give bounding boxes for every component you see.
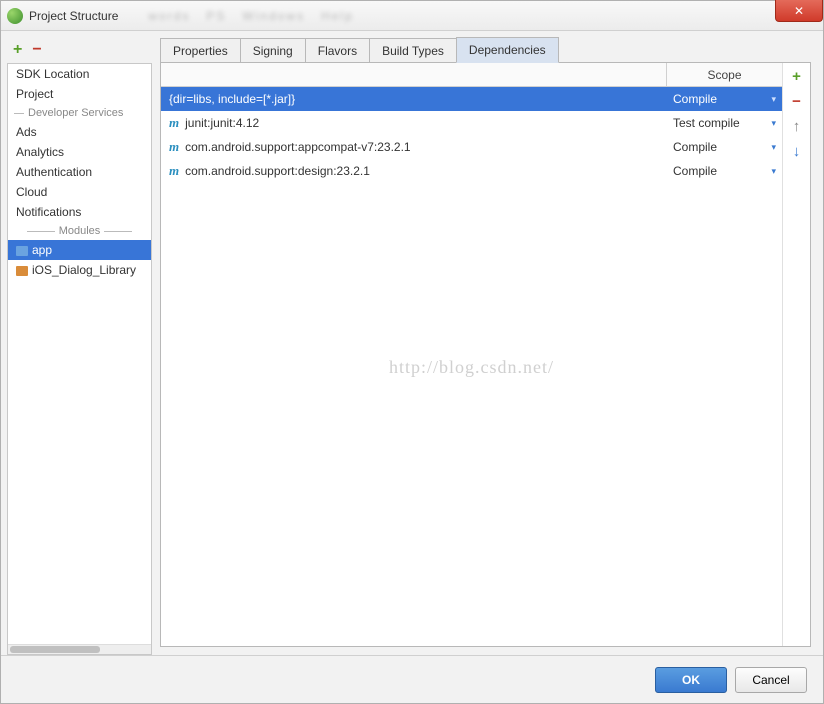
- column-header-name[interactable]: [161, 63, 667, 86]
- tab-properties[interactable]: Properties: [160, 38, 241, 63]
- dep-scope-cell[interactable]: Compile ▾: [667, 92, 782, 106]
- dep-scope: Test compile: [673, 116, 740, 130]
- move-down-button[interactable]: ↓: [793, 144, 801, 159]
- maven-icon: m: [169, 115, 179, 131]
- sidebar-item-cloud[interactable]: Cloud: [8, 182, 151, 202]
- chevron-down-icon: ▾: [771, 142, 776, 153]
- chevron-down-icon: ▾: [771, 118, 776, 129]
- window-title: Project Structure: [29, 9, 118, 23]
- sidebar-item-sdk-location[interactable]: SDK Location: [8, 64, 151, 84]
- tab-bar: Properties Signing Flavors Build Types D…: [160, 37, 811, 63]
- table-body: {dir=libs, include=[*.jar]} Compile ▾ m: [161, 87, 782, 646]
- watermark-text: http://blog.csdn.net/: [389, 357, 554, 378]
- tab-signing[interactable]: Signing: [240, 38, 306, 63]
- column-header-scope[interactable]: Scope: [667, 63, 782, 86]
- tab-dependencies[interactable]: Dependencies: [456, 37, 559, 63]
- dep-scope: Compile: [673, 164, 717, 178]
- sidebar-item-analytics[interactable]: Analytics: [8, 142, 151, 162]
- sidebar-item-notifications[interactable]: Notifications: [8, 202, 151, 222]
- add-dependency-button[interactable]: +: [792, 69, 801, 84]
- move-up-button[interactable]: ↑: [793, 119, 801, 134]
- sidebar-module-ios-dialog-library[interactable]: iOS_Dialog_Library: [8, 260, 151, 280]
- sidebar-list: SDK Location Project Developer Services …: [7, 63, 152, 655]
- table-header: Scope: [161, 63, 782, 87]
- dep-scope-cell[interactable]: Test compile ▾: [667, 116, 782, 130]
- sidebar-section-modules: Modules: [8, 222, 151, 240]
- dialog-body: + − SDK Location Project Developer Servi…: [1, 31, 823, 703]
- maven-icon: m: [169, 163, 179, 179]
- sidebar-item-label: app: [32, 243, 52, 257]
- ok-button[interactable]: OK: [655, 667, 727, 693]
- sidebar-section-developer-services: Developer Services: [8, 104, 151, 122]
- sidebar-module-app[interactable]: app: [8, 240, 151, 260]
- chevron-down-icon: ▾: [771, 94, 776, 105]
- table-row[interactable]: m com.android.support:design:23.2.1 Comp…: [161, 159, 782, 183]
- tab-flavors[interactable]: Flavors: [305, 38, 370, 63]
- dep-scope-cell[interactable]: Compile ▾: [667, 164, 782, 178]
- remove-module-button[interactable]: −: [32, 41, 41, 59]
- close-icon: ✕: [794, 4, 804, 18]
- project-structure-window: Project Structure words PS Windows Help …: [0, 0, 824, 704]
- add-module-button[interactable]: +: [13, 41, 22, 59]
- dep-name-cell: {dir=libs, include=[*.jar]}: [161, 92, 667, 106]
- sidebar-list-inner: SDK Location Project Developer Services …: [8, 64, 151, 644]
- sidebar-item-ads[interactable]: Ads: [8, 122, 151, 142]
- folder-icon: [16, 246, 28, 256]
- table-row[interactable]: m junit:junit:4.12 Test compile ▾: [161, 111, 782, 135]
- folder-icon: [16, 266, 28, 276]
- dependencies-table-area: Scope {dir=libs, include=[*.jar]} Compil…: [160, 62, 811, 647]
- dep-name-cell: m com.android.support:appcompat-v7:23.2.…: [161, 139, 667, 155]
- dep-name: {dir=libs, include=[*.jar]}: [169, 92, 295, 106]
- table-row[interactable]: {dir=libs, include=[*.jar]} Compile ▾: [161, 87, 782, 111]
- dep-name-cell: m junit:junit:4.12: [161, 115, 667, 131]
- chevron-down-icon: ▾: [771, 166, 776, 177]
- sidebar: + − SDK Location Project Developer Servi…: [7, 37, 152, 655]
- app-icon: [7, 8, 23, 24]
- dep-name: com.android.support:design:23.2.1: [185, 164, 370, 178]
- dep-name-cell: m com.android.support:design:23.2.1: [161, 163, 667, 179]
- dep-scope: Compile: [673, 140, 717, 154]
- sidebar-item-project[interactable]: Project: [8, 84, 151, 104]
- dependencies-table: Scope {dir=libs, include=[*.jar]} Compil…: [161, 63, 782, 646]
- content-area: + − SDK Location Project Developer Servi…: [1, 31, 823, 655]
- tab-build-types[interactable]: Build Types: [369, 38, 457, 63]
- titlebar-blur-text: words PS Windows Help: [148, 9, 353, 23]
- maven-icon: m: [169, 139, 179, 155]
- titlebar: Project Structure words PS Windows Help …: [1, 1, 823, 31]
- close-button[interactable]: ✕: [775, 0, 823, 22]
- remove-dependency-button[interactable]: −: [792, 94, 801, 109]
- sidebar-item-authentication[interactable]: Authentication: [8, 162, 151, 182]
- table-row[interactable]: m com.android.support:appcompat-v7:23.2.…: [161, 135, 782, 159]
- sidebar-toolbar: + −: [7, 37, 152, 63]
- dep-scope-cell[interactable]: Compile ▾: [667, 140, 782, 154]
- table-side-toolbar: + − ↑ ↓: [782, 63, 810, 646]
- main-panel: Properties Signing Flavors Build Types D…: [160, 37, 811, 655]
- dep-name: junit:junit:4.12: [185, 116, 259, 130]
- dep-scope: Compile: [673, 92, 717, 106]
- scrollbar-thumb[interactable]: [10, 646, 100, 653]
- dialog-footer: OK Cancel: [1, 655, 823, 703]
- cancel-button[interactable]: Cancel: [735, 667, 807, 693]
- sidebar-scrollbar[interactable]: [8, 644, 151, 654]
- dep-name: com.android.support:appcompat-v7:23.2.1: [185, 140, 410, 154]
- sidebar-item-label: iOS_Dialog_Library: [32, 263, 136, 277]
